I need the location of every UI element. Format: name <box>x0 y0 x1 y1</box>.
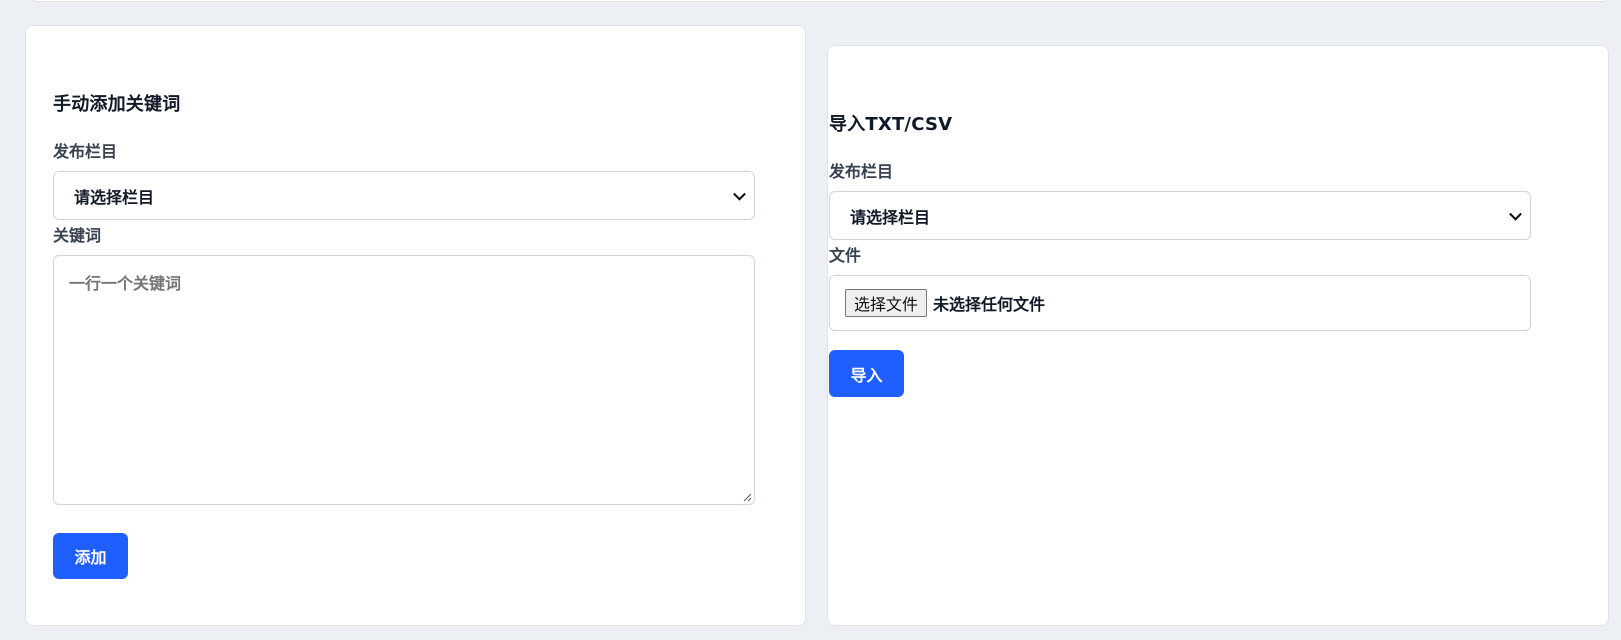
import-button[interactable]: 导入 <box>829 350 904 397</box>
manual-add-card: 手动添加关键词 发布栏目 请选择栏目 关键词 一行一个关键词 添加 <box>25 25 806 626</box>
import-category-select[interactable]: 请选择栏目 <box>829 191 1531 240</box>
chevron-down-icon <box>1509 207 1522 221</box>
keywords-label: 关键词 <box>53 226 102 245</box>
file-input[interactable]: 选择文件 未选择任何文件 <box>829 275 1531 331</box>
category-select[interactable]: 请选择栏目 <box>53 171 755 220</box>
resize-grip-icon[interactable] <box>742 492 752 502</box>
add-button[interactable]: 添加 <box>53 533 128 579</box>
import-category-label: 发布栏目 <box>829 162 894 181</box>
file-status: 未选择任何文件 <box>933 295 1046 314</box>
chevron-down-icon <box>733 187 746 201</box>
import-card: 导入TXT/CSV 发布栏目 请选择栏目 文件 选择文件 未选择任何文件 导入 <box>827 45 1609 626</box>
choose-file-button[interactable]: 选择文件 <box>845 289 928 317</box>
keywords-placeholder: 一行一个关键词 <box>69 274 182 293</box>
import-title: 导入TXT/CSV <box>829 114 953 135</box>
category-select-value: 请选择栏目 <box>74 187 155 207</box>
top-panel-edge <box>30 0 1610 2</box>
manual-add-title: 手动添加关键词 <box>53 94 181 115</box>
category-label: 发布栏目 <box>53 142 118 161</box>
keywords-textarea[interactable]: 一行一个关键词 <box>53 255 755 505</box>
import-category-select-value: 请选择栏目 <box>850 207 931 227</box>
file-label: 文件 <box>829 246 862 265</box>
